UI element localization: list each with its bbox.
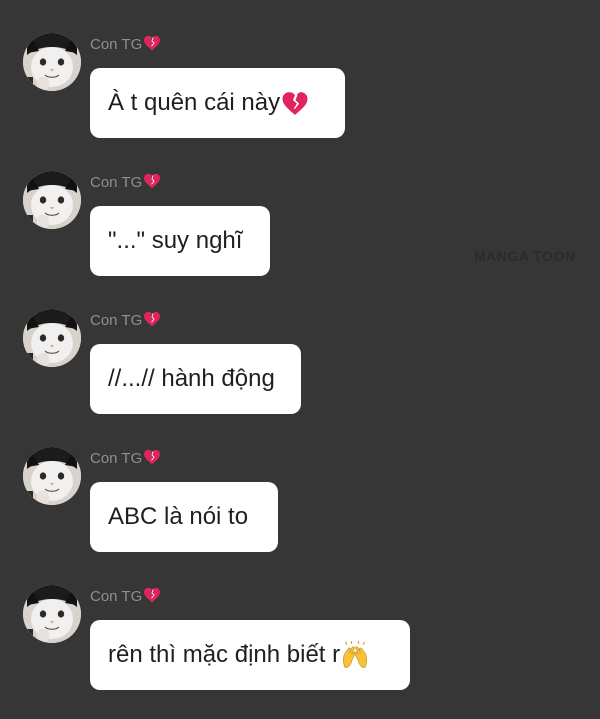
avatar[interactable]	[23, 447, 81, 505]
message-text: "..." suy nghĩ	[108, 227, 243, 254]
message-bubble[interactable]: //...// hành động	[90, 344, 301, 414]
message-text: À t quên cái này	[108, 89, 281, 116]
broken-heart-icon	[143, 311, 161, 327]
message-bubble[interactable]: rên thì mặc định biết r	[90, 620, 410, 690]
broken-heart-icon	[143, 587, 161, 603]
avatar[interactable]	[23, 309, 81, 367]
sender-name-text: Con TG	[90, 312, 143, 329]
message-bubble[interactable]: ABC là nói to	[90, 482, 278, 552]
broken-heart-icon	[143, 35, 161, 51]
sender-name-text: Con TG	[90, 588, 143, 605]
broken-heart-icon	[281, 91, 309, 116]
sender-name: Con TG	[90, 35, 161, 54]
avatar[interactable]	[23, 171, 81, 229]
sender-name: Con TG	[90, 173, 161, 192]
message-text: //...// hành động	[108, 365, 275, 392]
broken-heart-icon	[143, 449, 161, 465]
chat-thread: Con TG À t quên cái này Con TG "..." suy…	[0, 0, 600, 719]
message-text: rên thì mặc định biết r	[108, 641, 341, 668]
message-bubble[interactable]: "..." suy nghĩ	[90, 206, 270, 276]
message-text: ABC là nói to	[108, 503, 249, 530]
sender-name-text: Con TG	[90, 174, 143, 191]
sender-name-text: Con TG	[90, 450, 143, 467]
message-bubble[interactable]: À t quên cái này	[90, 68, 345, 138]
sender-name: Con TG	[90, 587, 161, 606]
avatar[interactable]	[23, 33, 81, 91]
watermark: MANGA TOON	[474, 248, 576, 264]
raising-hands-icon	[341, 641, 369, 669]
sender-name: Con TG	[90, 449, 161, 468]
avatar[interactable]	[23, 585, 81, 643]
sender-name: Con TG	[90, 311, 161, 330]
broken-heart-icon	[143, 173, 161, 189]
sender-name-text: Con TG	[90, 36, 143, 53]
